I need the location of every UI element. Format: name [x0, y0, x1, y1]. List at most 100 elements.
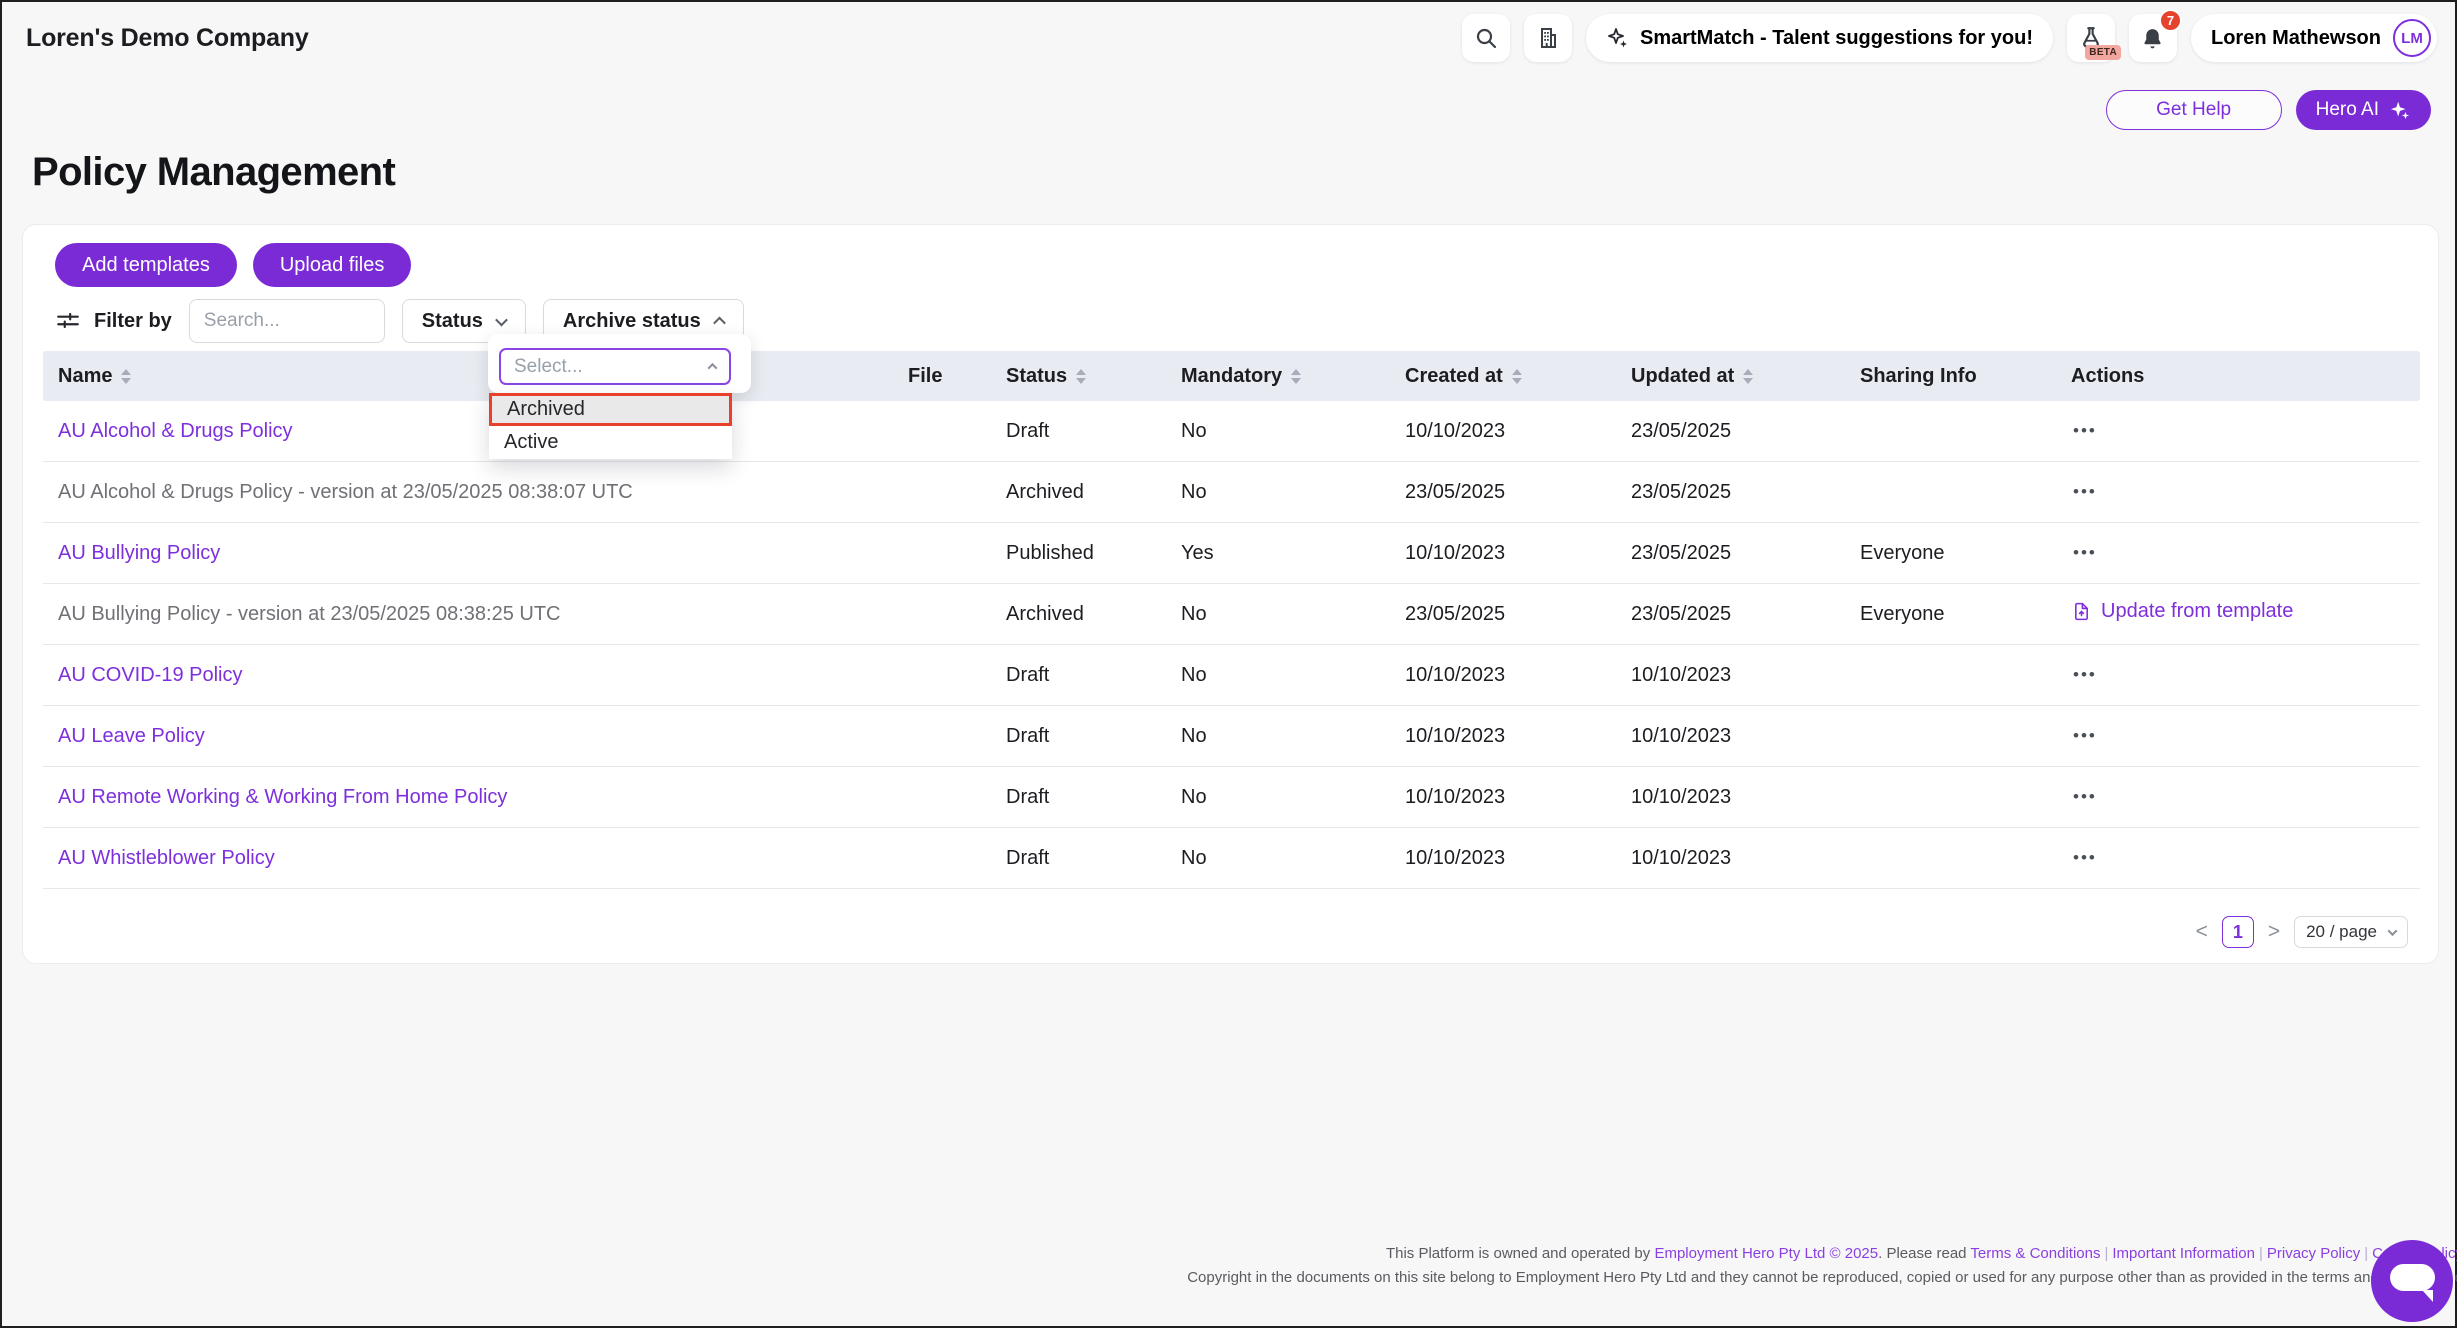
status-cell: Draft: [1006, 786, 1181, 809]
hero-ai-label: Hero AI: [2316, 99, 2379, 121]
page-size-select[interactable]: 20 / page: [2294, 916, 2408, 948]
terms-link[interactable]: Terms & Conditions: [1970, 1245, 2100, 1262]
hero-ai-button[interactable]: Hero AI: [2296, 90, 2431, 130]
option-active[interactable]: Active: [489, 426, 732, 459]
add-templates-button[interactable]: Add templates: [55, 243, 237, 287]
chat-bubble-tail: [2422, 1290, 2433, 1302]
page-size-label: 20 / page: [2306, 922, 2377, 942]
created-at-cell: 10/10/2023: [1405, 725, 1631, 748]
column-header-actions: Actions: [2071, 365, 2420, 388]
archive-status-popover: Select... Archived Active: [488, 334, 751, 393]
footer-separator: |: [2360, 1245, 2372, 1262]
get-help-button[interactable]: Get Help: [2106, 90, 2282, 130]
row-actions-menu-button[interactable]: •••: [2071, 539, 2099, 567]
footer: This Platform is owned and operated by E…: [1187, 1242, 2457, 1290]
row-actions-menu-button[interactable]: •••: [2071, 844, 2099, 872]
policy-name-link[interactable]: AU COVID-19 Policy: [58, 664, 243, 686]
status-cell: Draft: [1006, 420, 1181, 443]
smartmatch-label: SmartMatch - Talent suggestions for you!: [1640, 27, 2033, 50]
table-row: AU Bullying Policy - version at 23/05/20…: [43, 584, 2420, 645]
table-row: AU COVID-19 Policy Draft No 10/10/2023 1…: [43, 645, 2420, 706]
status-cell: Draft: [1006, 725, 1181, 748]
labs-button[interactable]: BETA: [2067, 14, 2115, 62]
archive-status-options: Archived Active: [489, 393, 732, 459]
previous-page-button[interactable]: <: [2194, 920, 2210, 944]
filter-by-label: Filter by: [94, 310, 172, 333]
column-header-created-at[interactable]: Created at: [1405, 365, 1631, 388]
upload-files-button[interactable]: Upload files: [253, 243, 412, 287]
company-name: Loren's Demo Company: [26, 24, 309, 53]
mandatory-cell: No: [1181, 664, 1405, 687]
updated-at-cell: 23/05/2025: [1631, 420, 1860, 443]
help-actions: Get Help Hero AI: [2106, 90, 2431, 130]
chevron-down-icon: [495, 313, 508, 326]
policy-name-link[interactable]: AU Bullying Policy: [58, 542, 220, 564]
document-upload-icon: [2071, 601, 2092, 622]
policy-name-link[interactable]: AU Whistleblower Policy: [58, 847, 275, 869]
notification-count-badge: 7: [2159, 9, 2182, 32]
footer-text: This Platform is owned and operated by: [1386, 1245, 1654, 1262]
privacy-policy-link[interactable]: Privacy Policy: [2267, 1245, 2360, 1262]
table-row: AU Whistleblower Policy Draft No 10/10/2…: [43, 828, 2420, 889]
policy-name-link[interactable]: AU Leave Policy: [58, 725, 205, 747]
sort-icon: [1076, 369, 1086, 384]
row-actions-menu-button[interactable]: •••: [2071, 661, 2099, 689]
chat-bubble-icon: [2390, 1264, 2435, 1291]
current-page-button[interactable]: 1: [2222, 916, 2254, 948]
mandatory-cell: No: [1181, 786, 1405, 809]
table-body: AU Alcohol & Drugs Policy Draft No 10/10…: [43, 401, 2420, 889]
column-header-name[interactable]: Name: [43, 365, 908, 388]
smartmatch-banner[interactable]: SmartMatch - Talent suggestions for you!: [1586, 14, 2053, 62]
row-actions-menu-button[interactable]: •••: [2071, 783, 2099, 811]
organisation-button[interactable]: [1524, 14, 1572, 62]
created-at-cell: 10/10/2023: [1405, 664, 1631, 687]
status-filter-label: Status: [422, 310, 483, 333]
building-icon: [1536, 26, 1560, 50]
updated-at-cell: 10/10/2023: [1631, 786, 1860, 809]
employment-hero-link[interactable]: Employment Hero Pty Ltd © 2025: [1654, 1245, 1878, 1262]
chevron-down-icon: [2388, 926, 2398, 936]
search-button[interactable]: [1462, 14, 1510, 62]
archive-status-select[interactable]: Select...: [499, 348, 731, 385]
table-row: AU Alcohol & Drugs Policy Draft No 10/10…: [43, 401, 2420, 462]
beta-badge: BETA: [2085, 45, 2121, 60]
sort-icon: [1291, 369, 1301, 384]
chat-launcher-button[interactable]: [2371, 1240, 2453, 1322]
mandatory-cell: No: [1181, 725, 1405, 748]
avatar: LM: [2393, 19, 2431, 57]
footer-text: . Please read: [1878, 1245, 1970, 1262]
updated-at-cell: 10/10/2023: [1631, 725, 1860, 748]
footer-line-1: This Platform is owned and operated by E…: [1187, 1242, 2457, 1266]
status-cell: Archived: [1006, 481, 1181, 504]
option-archived[interactable]: Archived: [489, 393, 732, 426]
notifications-button[interactable]: 7: [2129, 14, 2177, 62]
status-cell: Published: [1006, 542, 1181, 565]
table-row: AU Bullying Policy Published Yes 10/10/2…: [43, 523, 2420, 584]
created-at-cell: 10/10/2023: [1405, 786, 1631, 809]
update-from-template-link[interactable]: Update from template: [2071, 600, 2293, 623]
policy-name-link[interactable]: AU Remote Working & Working From Home Po…: [58, 786, 507, 808]
search-input[interactable]: [189, 299, 385, 343]
updated-at-cell: 23/05/2025: [1631, 542, 1860, 565]
status-cell: Draft: [1006, 664, 1181, 687]
row-actions-menu-button[interactable]: •••: [2071, 722, 2099, 750]
archive-status-filter-label: Archive status: [563, 310, 701, 333]
sparkle-icon: [1606, 26, 1630, 50]
user-menu[interactable]: Loren Mathewson LM: [2191, 14, 2437, 62]
created-at-cell: 23/05/2025: [1405, 603, 1631, 626]
table-row: AU Alcohol & Drugs Policy - version at 2…: [43, 462, 2420, 523]
filter-sliders-icon: [55, 308, 81, 334]
updated-at-cell: 23/05/2025: [1631, 481, 1860, 504]
created-at-cell: 23/05/2025: [1405, 481, 1631, 504]
footer-separator: |: [2100, 1245, 2112, 1262]
ai-sparkles-icon: [2389, 99, 2411, 121]
column-header-sharing-info: Sharing Info: [1860, 365, 2071, 388]
next-page-button[interactable]: >: [2266, 920, 2282, 944]
policy-name-link[interactable]: AU Alcohol & Drugs Policy: [58, 420, 293, 442]
column-header-status[interactable]: Status: [1006, 365, 1181, 388]
column-header-mandatory[interactable]: Mandatory: [1181, 365, 1405, 388]
row-actions-menu-button[interactable]: •••: [2071, 478, 2099, 506]
important-information-link[interactable]: Important Information: [2112, 1245, 2255, 1262]
column-header-updated-at[interactable]: Updated at: [1631, 365, 1860, 388]
row-actions-menu-button[interactable]: •••: [2071, 417, 2099, 445]
